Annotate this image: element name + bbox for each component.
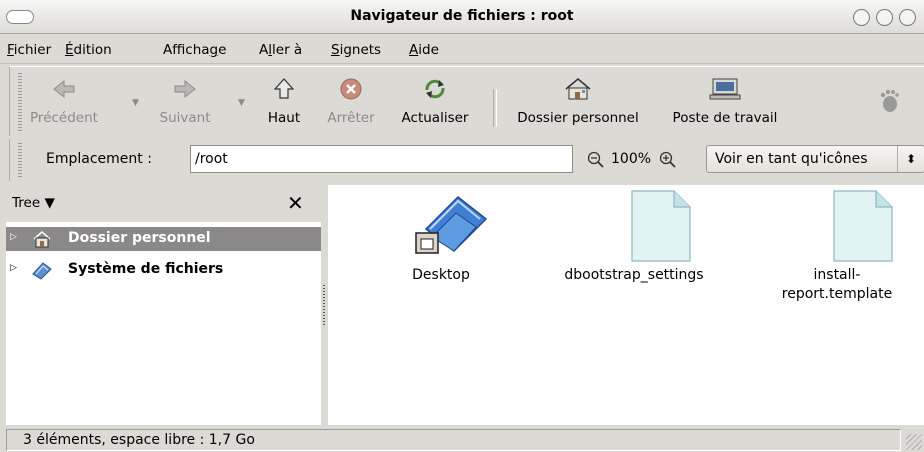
pane-splitter[interactable] bbox=[321, 185, 328, 425]
back-arrow-icon bbox=[53, 79, 75, 99]
status-bar: 3 éléments, espace libre : 1,7 Go bbox=[0, 428, 924, 452]
computer-icon bbox=[709, 78, 741, 100]
close-sidebar-icon[interactable]: ✕ bbox=[287, 191, 304, 215]
tree-item-label: Système de fichiers bbox=[68, 261, 224, 277]
tree-item-systeme-de-fichiers[interactable]: ▷ Système de fichiers bbox=[6, 258, 321, 282]
toolbar-grip[interactable] bbox=[18, 73, 22, 131]
maximize-button[interactable] bbox=[876, 9, 893, 26]
title-bar: Navigateur de fichiers : root bbox=[0, 0, 924, 34]
zoom-in-icon[interactable] bbox=[659, 151, 677, 173]
zoom-out-icon[interactable] bbox=[587, 151, 605, 173]
reload-label: Actualiser bbox=[401, 110, 469, 126]
forward-button[interactable]: Suivant bbox=[150, 67, 220, 131]
updown-arrow-icon: ⬍ bbox=[897, 146, 924, 172]
resize-grip[interactable] bbox=[906, 434, 922, 450]
location-bar: Emplacement : /root 100% Voir en tant qu… bbox=[9, 139, 924, 181]
computer-label: Poste de travail bbox=[672, 110, 778, 126]
minimize-button[interactable] bbox=[853, 9, 870, 26]
menu-aller-a[interactable]: Aller à bbox=[259, 42, 302, 58]
up-button[interactable]: Haut bbox=[258, 67, 310, 131]
dropdown-arrow-icon: ▼ bbox=[44, 195, 55, 211]
computer-button[interactable]: Poste de travail bbox=[658, 67, 792, 131]
text-file-icon bbox=[832, 190, 893, 262]
menu-aide[interactable]: Aide bbox=[409, 42, 439, 58]
home-label: Dossier personnel bbox=[517, 110, 639, 126]
home-icon bbox=[565, 78, 591, 100]
text-file-icon bbox=[631, 190, 691, 262]
sidebar-type-selector[interactable]: Tree ▼ bbox=[12, 195, 55, 211]
toolbar-separator bbox=[493, 89, 497, 127]
forward-history-dropdown[interactable]: ▼ bbox=[238, 98, 245, 108]
back-button[interactable]: Précédent bbox=[24, 67, 104, 131]
back-label: Précédent bbox=[30, 110, 98, 126]
close-button[interactable] bbox=[899, 9, 916, 26]
tree-item-label: Dossier personnel bbox=[68, 230, 211, 246]
menu-fichier[interactable]: Fichier bbox=[7, 42, 51, 58]
toolbar: Précédent ▼ Suivant ▼ Haut Arrêter Actua… bbox=[9, 66, 924, 136]
sidebar-header: Tree ▼ ✕ bbox=[6, 185, 321, 222]
menu-signets[interactable]: Signets bbox=[331, 42, 381, 58]
up-arrow-icon bbox=[273, 78, 295, 99]
filesystem-icon bbox=[32, 262, 52, 280]
sidebar: Tree ▼ ✕ ▷ Dossier personnel ▷ Système d… bbox=[6, 185, 321, 425]
location-label: Emplacement : bbox=[46, 151, 152, 167]
up-label: Haut bbox=[267, 110, 301, 126]
menu-affichage[interactable]: Affichage bbox=[163, 42, 226, 58]
zoom-level[interactable]: 100% bbox=[611, 151, 651, 167]
home-button[interactable]: Dossier personnel bbox=[498, 67, 658, 131]
file-view[interactable]: Desktop dbootstrap_settings install-repo… bbox=[328, 185, 924, 425]
location-bar-grip[interactable] bbox=[18, 143, 22, 177]
forward-arrow-icon bbox=[174, 79, 196, 99]
reload-icon bbox=[425, 79, 445, 99]
home-folder-icon bbox=[33, 231, 51, 248]
view-mode-select[interactable]: Voir en tant qu'icônes ⬍ bbox=[706, 145, 924, 173]
expander-icon[interactable]: ▷ bbox=[10, 232, 17, 242]
file-name: install-report.template bbox=[781, 267, 893, 302]
reload-button[interactable]: Actualiser bbox=[390, 67, 480, 131]
file-item-desktop[interactable]: Desktop bbox=[356, 189, 526, 285]
forward-label: Suivant bbox=[159, 110, 211, 126]
back-history-dropdown[interactable]: ▼ bbox=[132, 98, 139, 108]
tree-item-dossier-personnel[interactable]: ▷ Dossier personnel bbox=[6, 227, 321, 251]
stop-label: Arrêter bbox=[327, 110, 375, 126]
menu-edition[interactable]: Édition bbox=[65, 42, 112, 58]
file-item-install-report-template[interactable]: install-report.template bbox=[752, 189, 922, 304]
window-title: Navigateur de fichiers : root bbox=[350, 8, 574, 24]
status-text: 3 éléments, espace libre : 1,7 Go bbox=[6, 429, 901, 451]
menu-bar: Fichier Édition Affichage Aller à Signet… bbox=[0, 34, 924, 64]
file-item-dbootstrap-settings[interactable]: dbootstrap_settings bbox=[549, 189, 719, 285]
gnome-foot-icon bbox=[880, 89, 899, 112]
desktop-folder-icon bbox=[415, 195, 488, 254]
view-mode-label: Voir en tant qu'icônes bbox=[715, 151, 868, 167]
location-input[interactable]: /root bbox=[190, 145, 573, 173]
file-name: dbootstrap_settings bbox=[564, 267, 704, 283]
file-name: Desktop bbox=[412, 267, 470, 283]
stop-icon bbox=[340, 78, 362, 100]
stop-button[interactable]: Arrêter bbox=[320, 67, 382, 131]
expander-icon[interactable]: ▷ bbox=[10, 263, 17, 273]
